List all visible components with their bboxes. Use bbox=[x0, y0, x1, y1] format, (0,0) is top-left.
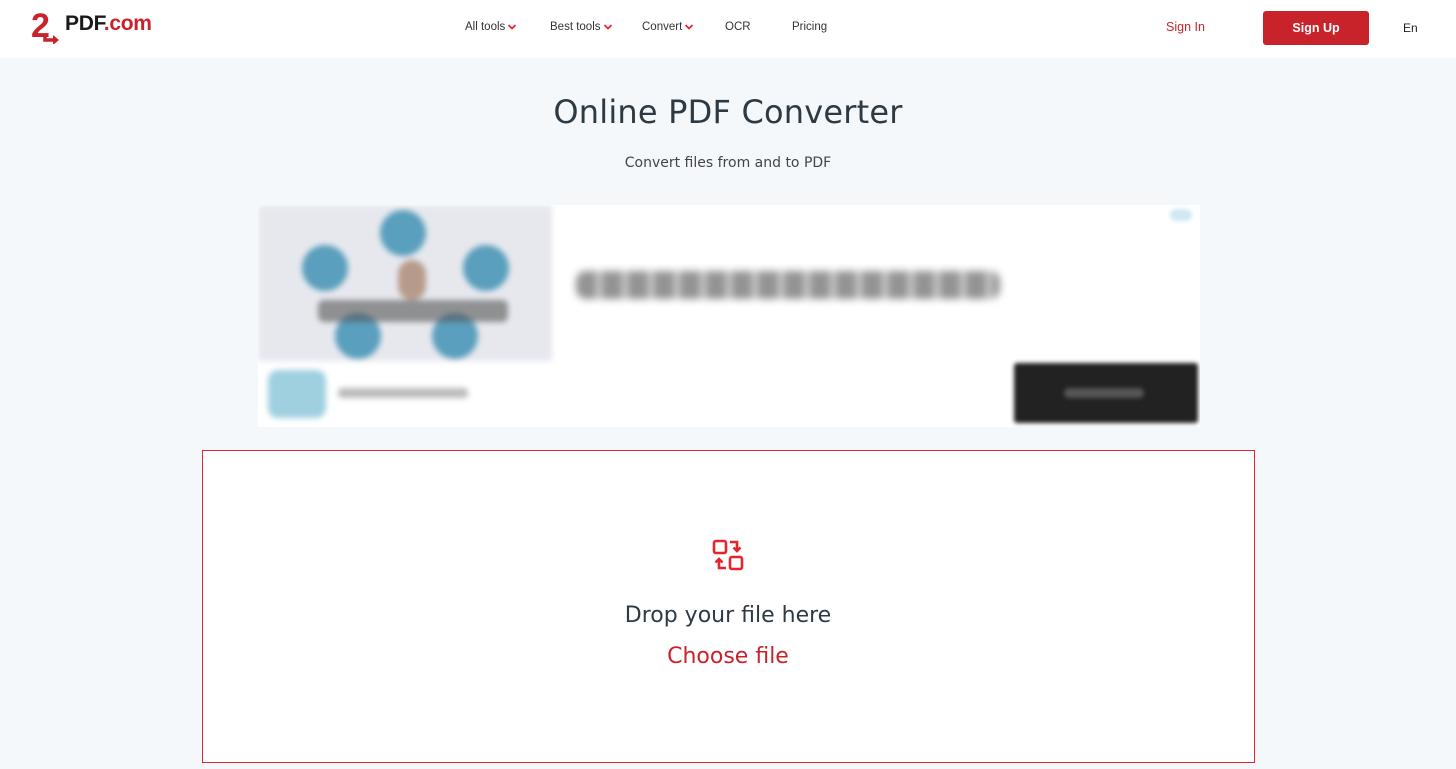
page-title: Online PDF Converter bbox=[553, 93, 903, 131]
choose-file-wrapper: Choose file bbox=[0, 644, 1456, 669]
choose-file-link[interactable]: Choose file bbox=[667, 644, 789, 669]
ad-choices-icon[interactable] bbox=[1170, 209, 1192, 221]
ad-bubble bbox=[302, 245, 348, 291]
logo[interactable]: 2 PDF.com bbox=[31, 7, 152, 45]
language-selector[interactable]: En bbox=[1403, 21, 1418, 35]
nav-label: Convert bbox=[642, 21, 683, 33]
nav-best-tools[interactable]: Best tools bbox=[550, 21, 613, 33]
site-header: 2 PDF.com All tools Best tools Convert O… bbox=[0, 0, 1456, 58]
chevron-down-icon bbox=[685, 24, 694, 30]
ad-image bbox=[258, 205, 552, 361]
ad-cta-label bbox=[1064, 388, 1144, 398]
ad-person bbox=[398, 260, 426, 300]
nav-ocr[interactable]: OCR bbox=[725, 21, 751, 33]
nav-label: All tools bbox=[465, 21, 506, 33]
convert-icon bbox=[712, 539, 744, 571]
sign-up-button[interactable]: Sign Up bbox=[1263, 11, 1369, 45]
chevron-down-icon bbox=[508, 24, 517, 30]
sign-in-link[interactable]: Sign In bbox=[1166, 20, 1205, 34]
nav-label: Pricing bbox=[792, 21, 828, 33]
drop-instruction: Drop your file here bbox=[624, 603, 832, 628]
nav-all-tools[interactable]: All tools bbox=[465, 21, 517, 33]
advertisement-banner[interactable] bbox=[258, 205, 1200, 427]
nav-label: OCR bbox=[725, 21, 751, 33]
nav-label: Best tools bbox=[550, 21, 601, 33]
nav-convert[interactable]: Convert bbox=[642, 21, 694, 33]
logo-text: PDF.com bbox=[65, 12, 152, 35]
logo-mark-icon: 2 bbox=[31, 7, 67, 45]
ad-logo bbox=[268, 370, 326, 418]
nav-pricing[interactable]: Pricing bbox=[792, 21, 827, 33]
ad-cta-button[interactable] bbox=[1014, 363, 1198, 423]
ad-headline bbox=[576, 271, 1000, 299]
page-subtitle: Convert files from and to PDF bbox=[624, 155, 832, 171]
ad-bubble bbox=[463, 245, 509, 291]
chevron-down-icon bbox=[603, 24, 612, 30]
ad-advertiser bbox=[338, 388, 468, 398]
ad-bubble bbox=[380, 210, 426, 256]
ad-image-text bbox=[318, 300, 508, 322]
